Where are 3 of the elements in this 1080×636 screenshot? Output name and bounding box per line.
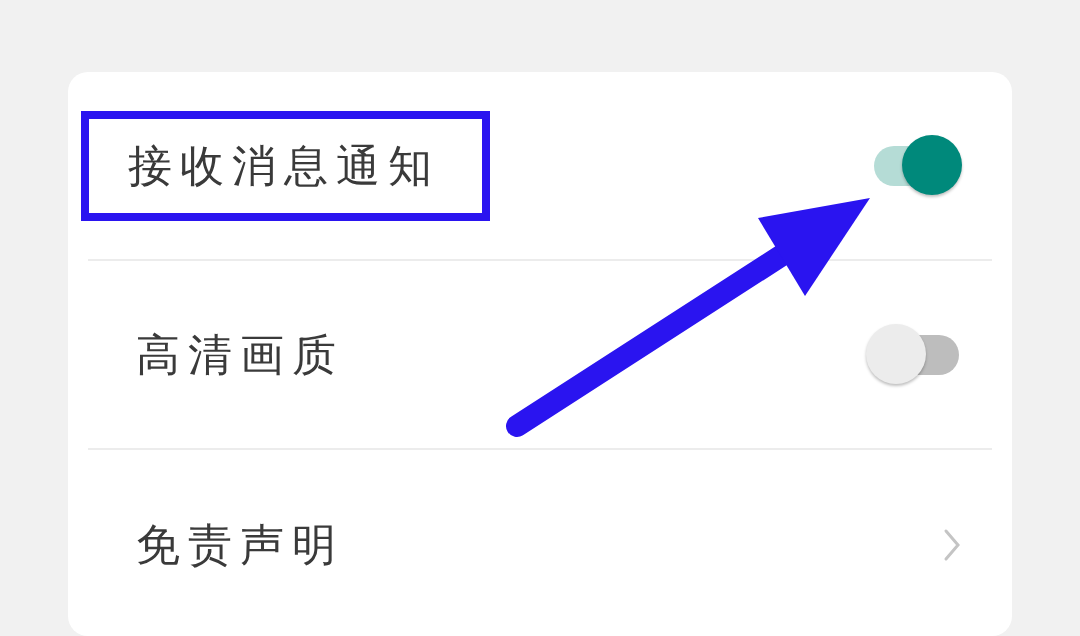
setting-label: 高清画质 (136, 332, 344, 377)
setting-label: 免责声明 (136, 522, 344, 567)
highlighted-label: 接收消息通知 (81, 110, 490, 221)
